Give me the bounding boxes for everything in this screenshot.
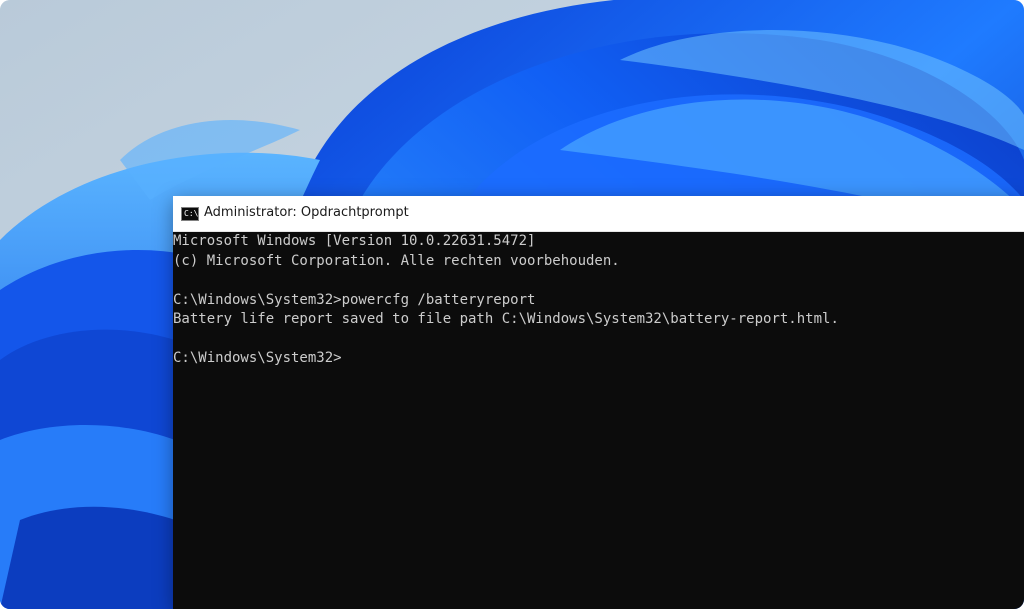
console-line-copyright: (c) Microsoft Corporation. Alle rechten … bbox=[173, 252, 620, 269]
window-titlebar[interactable]: C:\ Administrator: Opdrachtprompt bbox=[173, 196, 1024, 232]
console-line-result: Battery life report saved to file path C… bbox=[173, 311, 839, 327]
console-line-command: C:\Windows\System32>powercfg /batteryrep… bbox=[173, 291, 536, 308]
cmd-icon: C:\ bbox=[181, 207, 199, 221]
desktop: C:\ Administrator: Opdrachtprompt Micros… bbox=[0, 0, 1024, 609]
console-output[interactable]: Microsoft Windows [Version 10.0.22631.54… bbox=[173, 232, 1024, 609]
console-line-version: Microsoft Windows [Version 10.0.22631.54… bbox=[173, 233, 536, 249]
window-title: Administrator: Opdrachtprompt bbox=[204, 205, 409, 220]
cmd-icon-glyph: C:\ bbox=[184, 209, 199, 218]
command-prompt-window[interactable]: C:\ Administrator: Opdrachtprompt Micros… bbox=[173, 196, 1024, 609]
console-prompt[interactable]: C:\Windows\System32> bbox=[173, 349, 1024, 369]
